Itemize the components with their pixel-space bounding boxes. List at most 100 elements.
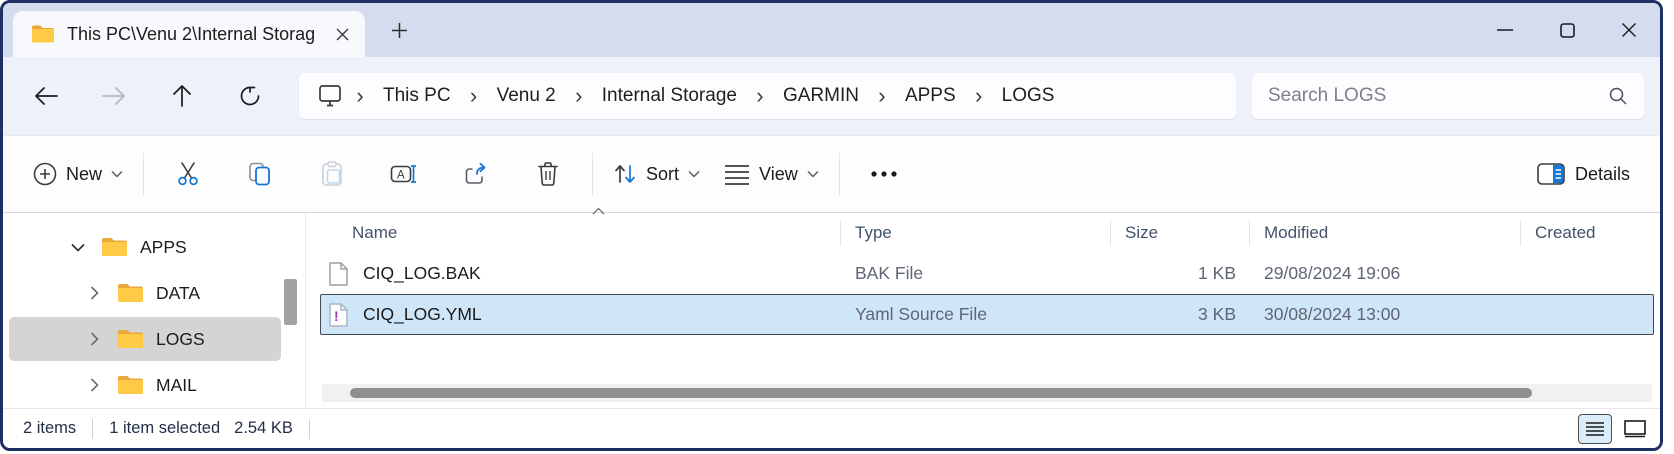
view-lines-icon [724,163,750,185]
file-size: 3 KB [1111,304,1250,325]
status-bar: 2 items 1 item selected 2.54 KB [3,408,1660,448]
breadcrumb-apps[interactable]: APPS [893,79,968,113]
chevron-right-icon[interactable] [81,378,107,392]
selection-size: 2.54 KB [234,419,293,438]
refresh-button[interactable] [227,75,273,117]
sort-button[interactable]: Sort [601,151,712,197]
yml-file-icon: ! [328,302,349,328]
horizontal-scrollbar-thumb[interactable] [350,388,1532,398]
sort-arrows-icon [613,162,637,186]
sidebar-item-data[interactable]: DATA [9,271,281,315]
close-window-button[interactable] [1598,3,1660,57]
new-button[interactable]: New [21,151,135,197]
large-icons-view-toggle[interactable] [1618,414,1652,444]
share-button[interactable] [451,151,501,197]
titlebar: This PC\Venu 2\Internal Storag [3,3,1660,57]
details-pane-label: Details [1575,164,1630,185]
items-count: 2 items [23,419,76,438]
search-box[interactable] [1252,73,1644,119]
chevron-down-icon [688,170,700,178]
svg-text:!: ! [334,308,339,324]
address-bar[interactable]: This PC Venu 2 Internal Storage GARMIN A… [299,73,1236,119]
breadcrumb-logs[interactable]: LOGS [990,79,1067,113]
column-headers: Name Type Size Modified Created [320,213,1654,253]
file-type: BAK File [841,263,1111,284]
delete-button[interactable] [523,151,573,197]
file-explorer-window: This PC\Venu 2\Internal Storag [0,0,1663,451]
chevron-right-icon[interactable] [81,332,107,346]
tab-close-icon[interactable] [327,19,357,49]
folder-icon [117,282,144,304]
sidebar-item-label: LOGS [156,329,205,350]
horizontal-scrollbar[interactable] [322,384,1652,402]
column-header-size[interactable]: Size [1111,220,1250,246]
copy-button[interactable] [235,151,285,197]
sidebar-scrollbar-thumb[interactable] [284,279,297,325]
navigation-sidebar: APPS DATA [3,213,305,408]
sidebar-item-apps[interactable]: APPS [9,225,281,269]
breadcrumb-separator-icon [463,85,485,107]
view-toggles [1578,414,1652,444]
toolbar-separator [143,153,144,195]
forward-button[interactable] [91,75,137,117]
maximize-button[interactable] [1536,3,1598,57]
plus-circle-icon [33,162,57,186]
sidebar-item-label: DATA [156,283,200,304]
details-pane-button[interactable]: Details [1525,151,1642,197]
up-button[interactable] [159,75,205,117]
rename-button[interactable]: A [379,151,429,197]
status-separator [92,419,93,439]
this-pc-icon [309,84,349,108]
breadcrumb-separator-icon [568,85,590,107]
column-header-created[interactable]: Created [1521,220,1654,246]
folder-icon [31,24,55,44]
breadcrumb-separator-icon [349,85,371,107]
chevron-down-icon [807,170,819,178]
file-type: Yaml Source File [841,304,1111,325]
folder-icon [101,236,128,258]
minimize-button[interactable] [1474,3,1536,57]
toolbar-separator [592,153,593,195]
new-tab-button[interactable] [381,12,417,48]
file-row-ciq-log-bak[interactable]: CIQ_LOG.BAK BAK File 1 KB 29/08/2024 19:… [320,253,1654,294]
file-modified: 30/08/2024 13:00 [1250,304,1521,325]
breadcrumb-this-pc[interactable]: This PC [371,79,463,113]
file-size: 1 KB [1111,263,1250,284]
sidebar-item-mail[interactable]: MAIL [9,363,281,407]
breadcrumb-venu-2[interactable]: Venu 2 [485,79,568,113]
search-icon [1608,86,1628,106]
view-button-label: View [759,164,798,185]
file-modified: 29/08/2024 19:06 [1250,263,1521,284]
back-button[interactable] [23,75,69,117]
chevron-down-icon[interactable] [65,243,91,252]
column-header-type[interactable]: Type [841,220,1111,246]
window-controls [1474,3,1660,57]
new-button-label: New [66,164,102,185]
breadcrumb-garmin[interactable]: GARMIN [771,79,871,113]
chevron-right-icon[interactable] [81,286,107,300]
file-name: CIQ_LOG.BAK [363,263,481,284]
paste-button[interactable] [307,151,357,197]
breadcrumb-separator-icon [968,85,990,107]
folder-icon [117,328,144,350]
cut-button[interactable] [163,151,213,197]
breadcrumb-separator-icon [871,85,893,107]
view-button[interactable]: View [712,151,831,197]
column-header-name[interactable]: Name [320,220,841,246]
breadcrumb-internal-storage[interactable]: Internal Storage [590,79,749,113]
tab-title: This PC\Venu 2\Internal Storag [67,24,315,45]
more-options-button[interactable] [859,151,909,197]
breadcrumb-separator-icon [749,85,771,107]
chevron-down-icon [111,170,123,178]
folder-icon [117,374,144,396]
sort-ascending-icon [592,207,605,215]
sidebar-item-label: APPS [140,237,187,258]
command-toolbar: New [3,135,1660,213]
search-input[interactable] [1268,85,1608,107]
file-name: CIQ_LOG.YML [363,304,482,325]
explorer-tab[interactable]: This PC\Venu 2\Internal Storag [13,11,365,57]
sidebar-item-logs[interactable]: LOGS [9,317,281,361]
details-view-toggle[interactable] [1578,414,1612,444]
column-header-modified[interactable]: Modified [1250,220,1521,246]
file-row-ciq-log-yml[interactable]: ! CIQ_LOG.YML Yaml Source File 3 KB 30/0… [320,294,1654,335]
